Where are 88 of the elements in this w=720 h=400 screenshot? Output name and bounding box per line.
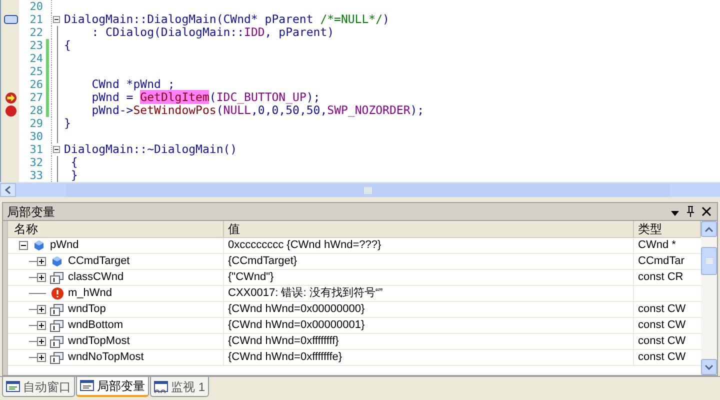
code-line: : CDialog(DialogMain::IDD, pParent) (92, 26, 334, 39)
code-editor[interactable] (0, 0, 720, 182)
panel-tab[interactable]: 局部变量 (76, 377, 149, 397)
panel-tab[interactable]: 自动窗口 (2, 377, 75, 397)
column-header[interactable]: 值 (224, 221, 634, 237)
expand-icon[interactable] (37, 257, 46, 266)
variable-name: CCmdTarget (68, 254, 130, 270)
variable-type: const CR (638, 270, 684, 286)
variable-value: {CWnd hWnd=0x00000000} (228, 302, 365, 318)
pin-icon[interactable] (687, 206, 694, 217)
variable-type: const CW (638, 318, 686, 334)
line-number: 21 (28, 13, 43, 26)
line-number: 31 (28, 143, 43, 156)
code-line: pWnd->SetWindowPos(NULL,0,0,50,50,SWP_NOZORDER); (90, 104, 424, 117)
expand-icon[interactable] (37, 273, 46, 282)
line-number: 23 (28, 39, 43, 52)
code-line: } (64, 117, 71, 130)
horizontal-scrollbar[interactable] (0, 182, 720, 197)
code-line: { (64, 39, 71, 52)
variable-name: wndTop (68, 302, 106, 318)
cube-icon (34, 240, 44, 251)
close-icon[interactable] (702, 207, 711, 216)
variable-type: CCmdTar (638, 254, 684, 270)
window-icon (80, 380, 94, 392)
static-member-icon (50, 336, 64, 348)
variable-value: {CWnd hWnd=0xffffffff} (228, 334, 339, 350)
line-number: 32 (28, 156, 43, 169)
variable-name: wndTopMost (68, 334, 130, 350)
scroll-up-button[interactable] (701, 221, 717, 237)
scroll-thumb[interactable] (66, 184, 670, 196)
code-line: DialogMain::DialogMain(CWnd* pParent /*=NULL*/) (64, 13, 390, 26)
scroll-left-button[interactable] (0, 183, 16, 197)
line-number: 25 (28, 65, 43, 78)
variable-value: {CWnd hWnd=0x00000001} (228, 318, 365, 334)
code-line: pWnd = GetDlgItem(IDC_BUTTON_UP); (90, 91, 320, 104)
line-number: 28 (28, 104, 43, 117)
line-number: 26 (28, 78, 43, 91)
code-line: { (70, 156, 78, 169)
bookmark-icon (4, 15, 18, 24)
variable-name: pWnd (50, 238, 79, 254)
window-icon (154, 380, 168, 392)
line-number: 20 (28, 0, 43, 13)
code-line: CWnd *pWnd ; (90, 78, 175, 91)
variable-type: const CW (638, 302, 686, 318)
variable-value: CXX0017: 错误: 没有找到符号“” (228, 286, 383, 302)
expand-icon[interactable] (37, 337, 46, 346)
static-member-icon (50, 272, 64, 284)
variable-name: m_hWnd (68, 286, 112, 302)
line-number: 33 (28, 169, 43, 182)
column-header[interactable]: 名称 (8, 221, 224, 237)
panel-tab[interactable]: 监视 1 (150, 377, 210, 397)
error-icon (50, 287, 64, 300)
line-number: 22 (28, 26, 43, 39)
collapse-icon[interactable] (53, 15, 60, 24)
variable-type: const CW (638, 334, 686, 350)
window-icon (6, 380, 20, 392)
variable-type: CWnd * (638, 238, 676, 254)
variable-value: {CWnd hWnd=0xfffffffe} (228, 350, 342, 366)
code-line: } (70, 169, 78, 182)
line-number: 27 (28, 91, 43, 104)
variable-value: {CCmdTarget} (228, 254, 298, 270)
collapse-icon[interactable] (53, 145, 60, 154)
vertical-scrollbar[interactable] (701, 221, 717, 375)
variable-value: {"CWnd"} (228, 270, 274, 286)
line-number: 29 (28, 117, 43, 130)
expand-icon[interactable] (37, 353, 46, 362)
scroll-thumb[interactable] (701, 247, 717, 275)
code-line: DialogMain::~DialogMain() (64, 143, 238, 156)
static-member-icon (50, 304, 64, 316)
collapse-icon[interactable] (19, 241, 28, 250)
grip-icon (706, 258, 712, 264)
breakpoint-icon (5, 104, 17, 116)
line-number: 30 (28, 130, 43, 143)
dropdown-icon[interactable] (671, 211, 679, 216)
panel-title: 局部变量 (7, 204, 55, 220)
variable-name: classCWnd (68, 270, 124, 286)
variable-name: wndNoTopMost (68, 350, 144, 366)
variable-value: 0xcccccccc {CWnd hWnd=???} (228, 238, 382, 254)
line-number: 24 (28, 52, 43, 65)
static-member-icon (50, 352, 64, 364)
cube-icon (52, 256, 62, 267)
expand-icon[interactable] (37, 305, 46, 314)
static-member-icon (50, 320, 64, 332)
scroll-down-button[interactable] (701, 359, 717, 375)
variable-type: const CW (638, 350, 686, 366)
variable-name: wndBottom (68, 318, 124, 334)
expand-icon[interactable] (37, 321, 46, 330)
grip-icon (364, 186, 372, 194)
